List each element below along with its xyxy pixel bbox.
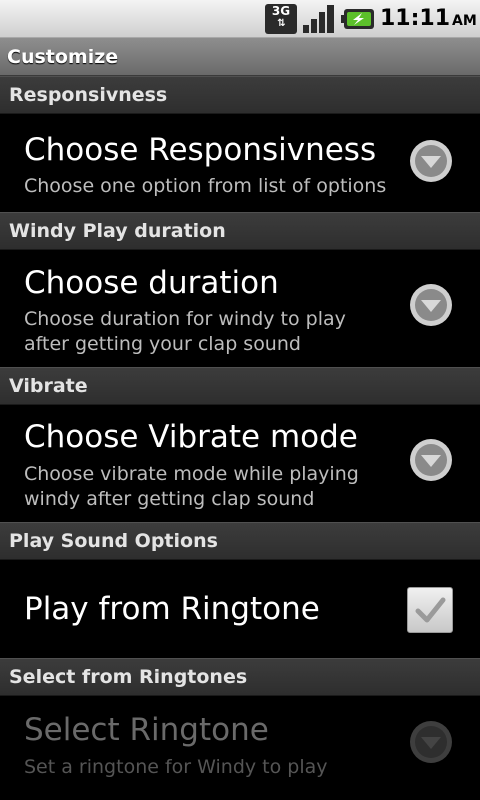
dropdown-arrow-icon[interactable] bbox=[409, 283, 453, 327]
status-bar: 3G ⇅ 11:11 AM bbox=[0, 0, 480, 38]
pref-choose-vibrate-mode[interactable]: Choose Vibrate mode Choose vibrate mode … bbox=[0, 405, 480, 523]
play-from-ringtone-checkbox[interactable] bbox=[407, 587, 453, 633]
category-vibrate: Vibrate bbox=[0, 367, 480, 405]
dropdown-arrow-icon[interactable] bbox=[409, 720, 453, 764]
battery-charging-icon bbox=[341, 9, 374, 29]
category-label: Select from Ringtones bbox=[9, 666, 248, 688]
category-responsivness: Responsivness bbox=[0, 76, 480, 114]
pref-summary: Choose one option from list of options bbox=[24, 175, 387, 197]
pref-summary: Choose duration for windy to play after … bbox=[24, 308, 346, 355]
data-activity-icon: ⇅ bbox=[277, 18, 285, 29]
pref-title: Choose Vibrate mode bbox=[24, 419, 358, 455]
signal-strength-icon bbox=[303, 5, 334, 33]
clock: 11:11 AM bbox=[380, 4, 477, 34]
clock-ampm: AM bbox=[452, 13, 477, 29]
title-bar: Customize bbox=[0, 38, 480, 76]
category-windy-play-duration: Windy Play duration bbox=[0, 212, 480, 250]
pref-choose-responsivness[interactable]: Choose Responsivness Choose one option f… bbox=[0, 114, 480, 212]
pref-select-ringtone[interactable]: Select Ringtone Set a ringtone for Windy… bbox=[0, 696, 480, 800]
pref-title: Choose Responsivness bbox=[24, 132, 377, 168]
pref-title: Select Ringtone bbox=[24, 712, 269, 748]
category-select-from-ringtones: Select from Ringtones bbox=[0, 658, 480, 696]
pref-summary: Set a ringtone for Windy to play bbox=[24, 756, 328, 778]
clock-time: 11:11 bbox=[380, 6, 451, 31]
dropdown-arrow-icon[interactable] bbox=[409, 139, 453, 183]
category-label: Play Sound Options bbox=[9, 530, 218, 552]
checkmark-icon bbox=[415, 597, 446, 623]
pref-choose-duration[interactable]: Choose duration Choose duration for wind… bbox=[0, 250, 480, 368]
pref-summary: Choose vibrate mode while playing windy … bbox=[24, 463, 359, 510]
category-label: Vibrate bbox=[9, 375, 88, 397]
network-type-label: 3G bbox=[271, 4, 291, 18]
3g-network-icon: 3G ⇅ bbox=[265, 4, 297, 34]
page-title: Customize bbox=[7, 46, 119, 68]
pref-title: Choose duration bbox=[24, 265, 279, 301]
dropdown-arrow-icon[interactable] bbox=[409, 438, 453, 482]
pref-play-from-ringtone[interactable]: Play from Ringtone bbox=[0, 560, 480, 658]
category-play-sound-options: Play Sound Options bbox=[0, 522, 480, 560]
category-label: Responsivness bbox=[9, 84, 168, 106]
category-label: Windy Play duration bbox=[9, 220, 226, 242]
pref-title: Play from Ringtone bbox=[24, 591, 320, 627]
